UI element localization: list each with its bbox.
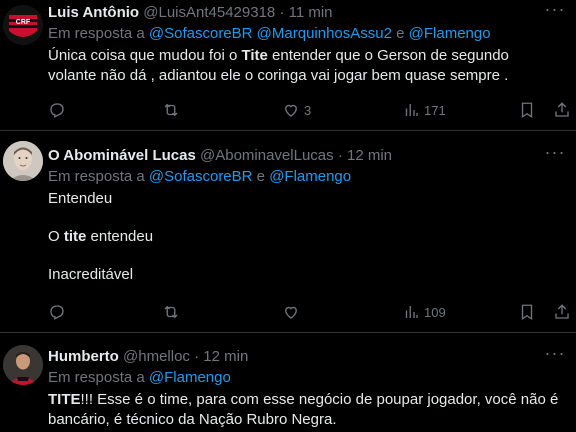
timestamp[interactable]: 12 min [347, 147, 392, 164]
display-name[interactable]: O Abominável Lucas [48, 147, 196, 164]
text-paragraph: Entendeu [48, 190, 113, 207]
timestamp[interactable]: 12 min [203, 348, 248, 365]
tweet-card[interactable]: CRF Luis Antônio @LuisAnt45429318 · 11 m… [0, 0, 576, 131]
text-segment: entender que o Gerson de segundo [267, 47, 509, 64]
more-horizontal-icon[interactable]: ··· [544, 0, 566, 23]
tweet-card[interactable]: Humberto @hmelloc · 12 min ··· Em respos… [0, 333, 576, 432]
reply-prefix: Em resposta a [48, 25, 145, 42]
user-handle[interactable]: @AbominavelLucas [200, 147, 334, 164]
timeline-feed: CRF Luis Antônio @LuisAnt45429318 · 11 m… [0, 0, 576, 432]
tweet-actions: 109 [48, 302, 569, 322]
tweet-text: Única coisa que mudou foi o Tite entende… [48, 46, 566, 86]
reply-button[interactable] [48, 302, 66, 322]
avatar[interactable] [3, 345, 43, 385]
display-name[interactable]: Humberto [48, 348, 119, 365]
heart-icon [285, 306, 297, 319]
mention-link[interactable]: @SofascoreBR [149, 25, 253, 42]
reply-context: Em resposta a @SofascoreBR e @Flamengo [48, 167, 566, 187]
analytics-icon [405, 306, 418, 318]
reply-icon [50, 305, 64, 320]
svg-text:CRF: CRF [16, 19, 31, 26]
mention-link[interactable]: @SofascoreBR [149, 168, 253, 185]
reply-joiner: e [256, 168, 266, 185]
user-handle[interactable]: @hmelloc [123, 348, 190, 365]
separator-dot: · [279, 4, 285, 21]
analytics-icon [405, 104, 418, 116]
share-icon [555, 102, 569, 117]
tweet-actions: 3 171 [48, 100, 569, 120]
text-paragraph: O tite entendeu [48, 227, 566, 247]
tweet-header: O Abominável Lucas @AbominavelLucas · 12… [48, 146, 566, 166]
text-bold: Tite [241, 47, 268, 64]
text-segment: volante não dá , adiantou ele o coringa … [48, 67, 509, 84]
mention-link[interactable]: @Flamengo [409, 25, 491, 42]
reply-icon [50, 103, 64, 118]
tweet-card[interactable]: O Abominável Lucas @AbominavelLucas · 12… [0, 131, 576, 333]
views-button[interactable]: 109 [402, 302, 446, 322]
timestamp[interactable]: 11 min [289, 4, 333, 21]
text-segment: Única coisa que mudou foi o [48, 47, 242, 64]
display-name[interactable]: Luis Antônio [48, 4, 139, 21]
bookmark-icon [521, 304, 533, 321]
tweet-header: Luis Antônio @LuisAnt45429318 · 11 min [48, 3, 566, 23]
view-count: 109 [424, 304, 446, 320]
retweet-icon [164, 103, 178, 117]
text-paragraph: Inacreditável [48, 266, 134, 283]
bookmark-icon [521, 102, 533, 119]
reply-prefix: Em resposta a [48, 369, 145, 386]
like-count: 3 [304, 102, 312, 118]
share-icon [555, 304, 569, 319]
more-horizontal-icon[interactable]: ··· [544, 344, 566, 367]
mention-link[interactable]: @Flamengo [269, 168, 351, 185]
retweet-icon [164, 305, 178, 319]
separator-dot: · [194, 348, 200, 365]
mention-link[interactable]: @Flamengo [149, 369, 231, 386]
text-segment: O [48, 228, 64, 245]
text-segment: entendeu [86, 228, 154, 245]
user-handle[interactable]: @LuisAnt45429318 [143, 4, 275, 21]
avatar[interactable] [3, 141, 43, 181]
reply-joiner: e [396, 25, 405, 42]
tweet-text: TITE!!! Esse é o time, para com esse neg… [48, 390, 566, 430]
like-button[interactable] [282, 302, 304, 322]
view-count: 171 [424, 102, 446, 118]
reply-prefix: Em resposta a [48, 168, 145, 185]
like-button[interactable]: 3 [282, 100, 311, 120]
separator-dot: · [337, 147, 343, 164]
text-bold: TITE [48, 391, 81, 408]
mention-link[interactable]: @MarquinhosAssu2 [257, 25, 392, 42]
reply-button[interactable] [48, 100, 66, 120]
retweet-button[interactable] [162, 100, 180, 120]
tweet-header: Humberto @hmelloc · 12 min [48, 347, 566, 367]
retweet-button[interactable] [162, 302, 180, 322]
avatar[interactable]: CRF [3, 5, 43, 45]
heart-icon [285, 104, 297, 117]
text-segment: !!! Esse é o time, para com esse negócio… [48, 391, 559, 428]
text-bold: tite [63, 228, 87, 245]
share-button[interactable] [553, 302, 571, 322]
bookmark-button[interactable] [518, 302, 536, 322]
tweet-text: Entendeu O tite entendeu Inacreditável [48, 189, 566, 285]
more-horizontal-icon[interactable]: ··· [544, 143, 566, 166]
views-button[interactable]: 171 [402, 100, 446, 120]
bookmark-button[interactable] [518, 100, 536, 120]
reply-context: Em resposta a @SofascoreBR @MarquinhosAs… [48, 24, 566, 44]
reply-context: Em resposta a @Flamengo [48, 368, 566, 388]
share-button[interactable] [553, 100, 571, 120]
